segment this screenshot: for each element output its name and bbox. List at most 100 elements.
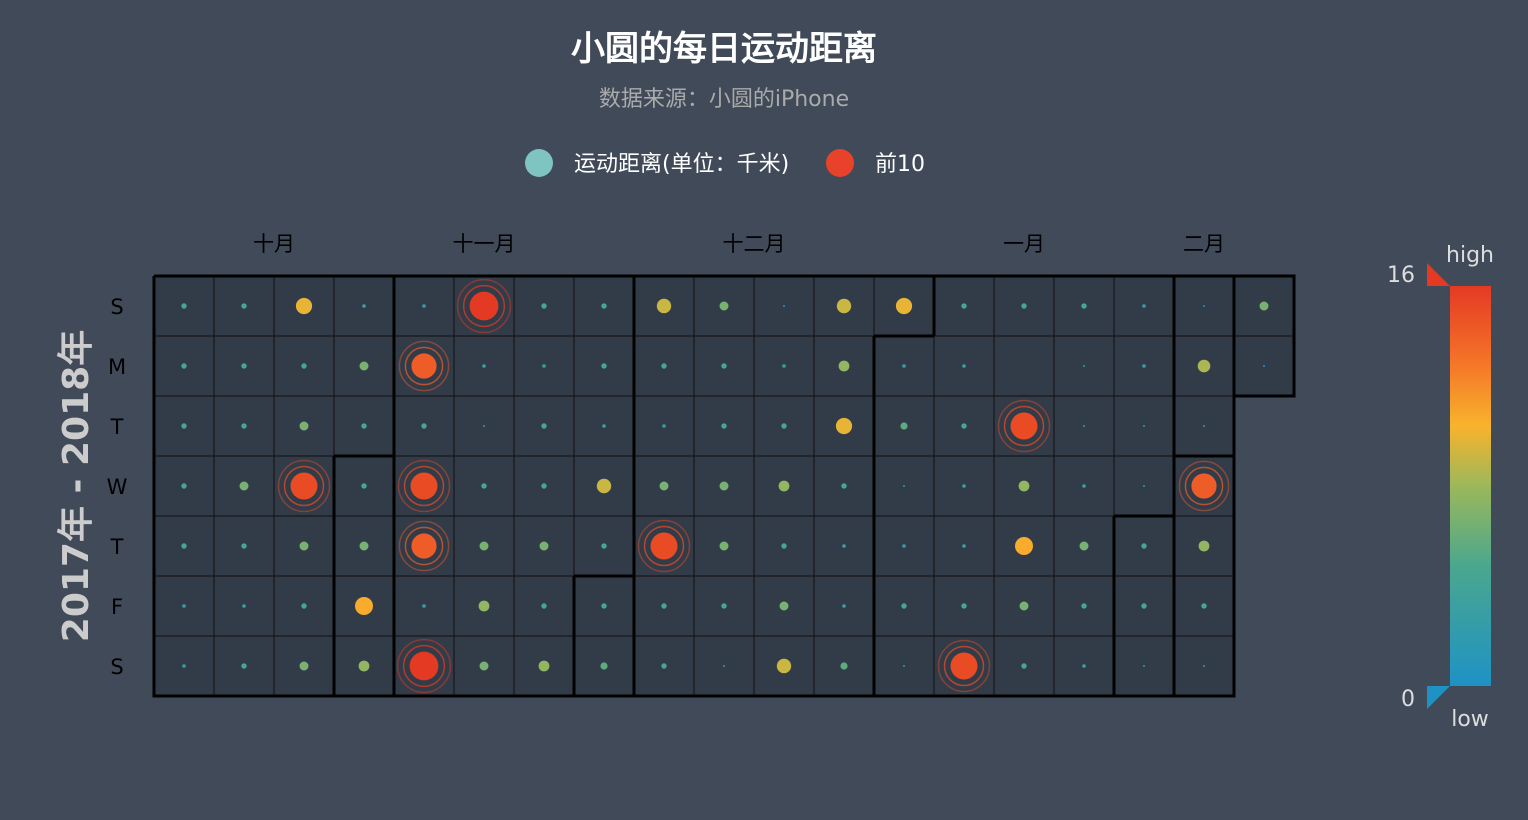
distance-point[interactable] — [1142, 364, 1146, 368]
distance-point[interactable] — [182, 604, 186, 608]
distance-point[interactable] — [1082, 664, 1086, 668]
distance-point[interactable] — [1197, 359, 1211, 373]
distance-point[interactable] — [602, 424, 606, 428]
legend-label-distance[interactable]: 运动距离(单位：千米) — [574, 152, 789, 177]
distance-point[interactable] — [181, 423, 187, 429]
distance-point[interactable] — [299, 541, 309, 551]
distance-point[interactable] — [661, 603, 667, 609]
distance-point[interactable] — [422, 304, 426, 308]
distance-point[interactable] — [359, 361, 369, 371]
distance-point[interactable] — [1083, 425, 1085, 427]
legend-marker-distance[interactable] — [525, 149, 553, 177]
distance-point[interactable] — [778, 480, 790, 492]
distance-point[interactable] — [961, 603, 967, 609]
distance-point[interactable] — [539, 541, 549, 551]
distance-point[interactable] — [542, 364, 546, 368]
distance-point[interactable] — [840, 662, 848, 670]
distance-point[interactable] — [242, 604, 246, 608]
distance-point[interactable] — [478, 600, 490, 612]
distance-point[interactable] — [1141, 603, 1147, 609]
distance-point[interactable] — [358, 660, 370, 672]
distance-point[interactable] — [961, 423, 967, 429]
visual-map-low-handle[interactable] — [1427, 686, 1450, 709]
distance-point[interactable] — [479, 661, 489, 671]
distance-point[interactable] — [902, 364, 906, 368]
distance-point[interactable] — [1015, 537, 1033, 555]
distance-point[interactable] — [1082, 484, 1086, 488]
distance-point[interactable] — [361, 423, 367, 429]
top10-point[interactable] — [1191, 473, 1217, 499]
calendar-cell[interactable] — [993, 335, 1055, 397]
distance-point[interactable] — [1018, 480, 1030, 492]
distance-point[interactable] — [901, 603, 907, 609]
distance-point[interactable] — [481, 483, 487, 489]
distance-point[interactable] — [596, 478, 612, 494]
distance-point[interactable] — [1203, 305, 1205, 307]
distance-point[interactable] — [1203, 425, 1205, 427]
distance-point[interactable] — [601, 543, 607, 549]
distance-point[interactable] — [1143, 425, 1145, 427]
distance-point[interactable] — [422, 604, 426, 608]
distance-point[interactable] — [903, 485, 905, 487]
distance-point[interactable] — [1019, 601, 1029, 611]
distance-point[interactable] — [719, 541, 729, 551]
distance-point[interactable] — [842, 544, 846, 548]
distance-point[interactable] — [719, 301, 729, 311]
distance-point[interactable] — [483, 425, 485, 427]
distance-point[interactable] — [295, 297, 313, 315]
visual-map-bar[interactable] — [1450, 286, 1491, 686]
distance-point[interactable] — [541, 483, 547, 489]
distance-point[interactable] — [1021, 663, 1027, 669]
distance-point[interactable] — [1143, 485, 1145, 487]
distance-point[interactable] — [656, 298, 672, 314]
distance-point[interactable] — [835, 417, 853, 435]
distance-point[interactable] — [723, 665, 725, 667]
distance-point[interactable] — [962, 484, 966, 488]
top10-point[interactable] — [290, 472, 318, 500]
distance-point[interactable] — [962, 364, 966, 368]
legend-marker-top10[interactable] — [826, 149, 854, 177]
distance-point[interactable] — [841, 483, 847, 489]
top10-point[interactable] — [411, 353, 437, 379]
distance-point[interactable] — [241, 663, 247, 669]
distance-point[interactable] — [541, 603, 547, 609]
distance-point[interactable] — [721, 363, 727, 369]
distance-point[interactable] — [782, 364, 786, 368]
distance-point[interactable] — [661, 663, 667, 669]
distance-point[interactable] — [541, 423, 547, 429]
distance-point[interactable] — [662, 424, 666, 428]
distance-point[interactable] — [1141, 543, 1147, 549]
distance-point[interactable] — [1201, 603, 1207, 609]
top10-point[interactable] — [650, 532, 678, 560]
distance-point[interactable] — [719, 481, 729, 491]
distance-point[interactable] — [1198, 540, 1210, 552]
distance-point[interactable] — [601, 363, 607, 369]
distance-point[interactable] — [538, 660, 550, 672]
distance-point[interactable] — [181, 303, 187, 309]
top10-point[interactable] — [409, 651, 439, 681]
distance-point[interactable] — [181, 483, 187, 489]
distance-point[interactable] — [541, 303, 547, 309]
distance-point[interactable] — [355, 597, 373, 615]
distance-point[interactable] — [241, 543, 247, 549]
distance-point[interactable] — [838, 360, 850, 372]
distance-point[interactable] — [842, 604, 846, 608]
distance-point[interactable] — [301, 363, 307, 369]
distance-point[interactable] — [301, 603, 307, 609]
distance-point[interactable] — [601, 603, 607, 609]
distance-point[interactable] — [1203, 665, 1205, 667]
distance-point[interactable] — [482, 364, 486, 368]
distance-point[interactable] — [1083, 365, 1085, 367]
top10-point[interactable] — [410, 472, 438, 500]
distance-point[interactable] — [776, 658, 792, 674]
legend-label-top10[interactable]: 前10 — [875, 152, 925, 177]
distance-point[interactable] — [421, 423, 427, 429]
distance-point[interactable] — [181, 543, 187, 549]
distance-point[interactable] — [659, 481, 669, 491]
distance-point[interactable] — [1081, 603, 1087, 609]
distance-point[interactable] — [241, 303, 247, 309]
distance-point[interactable] — [181, 363, 187, 369]
distance-point[interactable] — [1143, 665, 1145, 667]
distance-point[interactable] — [721, 603, 727, 609]
distance-point[interactable] — [479, 541, 489, 551]
